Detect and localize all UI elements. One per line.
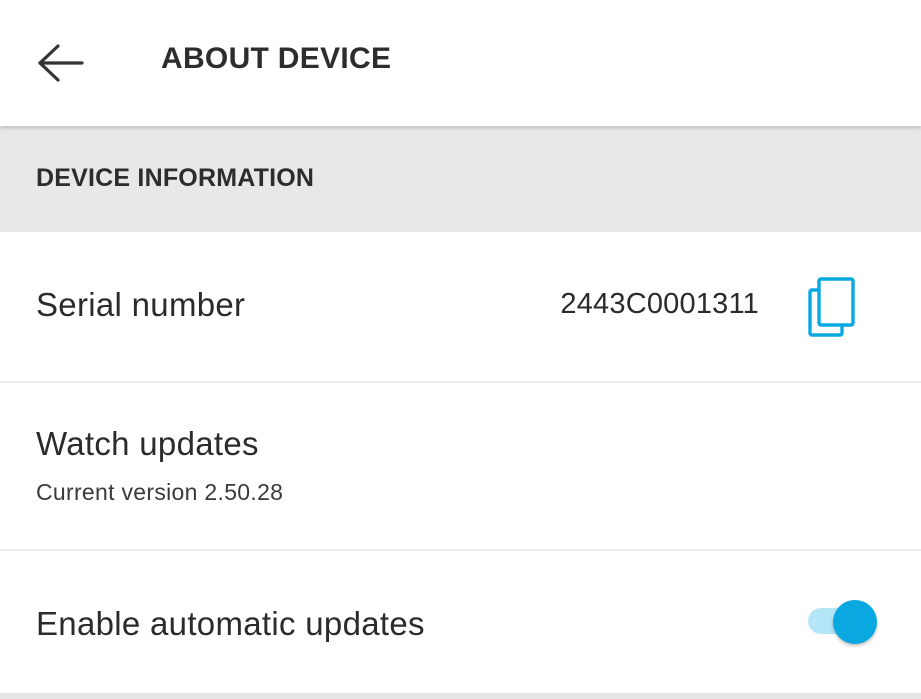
- automatic-updates-toggle[interactable]: [806, 597, 880, 645]
- serial-number-row: Serial number 2443C0001311: [0, 232, 921, 383]
- watch-updates-label: Watch updates: [36, 425, 259, 462]
- about-device-screen: ABOUT DEVICE DEVICE INFORMATION Serial n…: [0, 0, 921, 699]
- automatic-updates-label: Enable automatic updates: [36, 605, 425, 642]
- section-header-device-information: DEVICE INFORMATION: [0, 126, 921, 232]
- arrow-left-icon: [38, 44, 84, 82]
- automatic-updates-row: Enable automatic updates: [0, 551, 921, 695]
- copy-icon: [808, 277, 855, 337]
- top-app-bar: ABOUT DEVICE: [0, 0, 921, 126]
- section-title: DEVICE INFORMATION: [36, 164, 315, 192]
- back-button[interactable]: [28, 34, 94, 92]
- copy-serial-button[interactable]: [802, 276, 860, 338]
- serial-number-label: Serial number: [36, 286, 246, 323]
- page-title: ABOUT DEVICE: [161, 42, 392, 75]
- divider: [0, 693, 921, 699]
- current-version-text: Current version 2.50.28: [36, 479, 284, 505]
- toggle-thumb: [833, 600, 877, 644]
- serial-number-value: 2443C0001311: [560, 288, 759, 320]
- watch-updates-row[interactable]: Watch updates Current version 2.50.28: [0, 383, 921, 551]
